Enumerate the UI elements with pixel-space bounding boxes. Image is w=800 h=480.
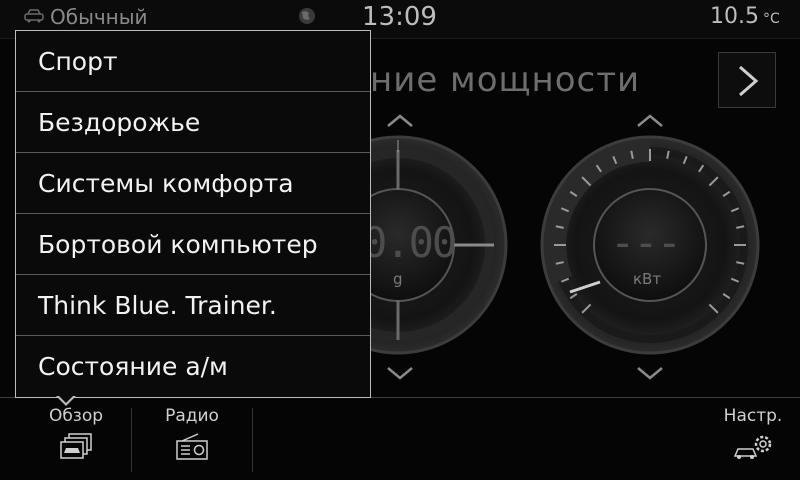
car-gear-icon [733, 435, 772, 459]
g-force-value: 0.00 [362, 218, 457, 267]
nav-separator [252, 408, 253, 472]
g-force-unit: g [393, 270, 403, 288]
overview-popup-menu: Спорт Бездорожье Системы комфорта Бортов… [15, 30, 371, 398]
right-gauge-down-chevron[interactable] [637, 367, 663, 380]
power-unit: кВт [633, 270, 662, 288]
nav-radio[interactable]: Радио [132, 398, 252, 480]
menu-item-think-blue-trainer[interactable]: Think Blue. Trainer. [16, 275, 370, 336]
nav-settings[interactable]: Настр. [710, 398, 796, 480]
nav-overview[interactable]: Обзор [22, 398, 130, 480]
right-gauge-up-chevron[interactable] [637, 114, 663, 127]
radio-icon [176, 433, 208, 460]
menu-item-trip-computer[interactable]: Бортовой компьютер [16, 214, 370, 275]
car-stack-icon [60, 433, 92, 459]
menu-item-sport[interactable]: Спорт [16, 31, 370, 92]
nav-radio-label: Радио [165, 406, 219, 426]
menu-item-comfort-systems[interactable]: Системы комфорта [16, 153, 370, 214]
menu-item-offroad[interactable]: Бездорожье [16, 92, 370, 153]
left-gauge-up-chevron[interactable] [387, 114, 413, 127]
menu-item-vehicle-status[interactable]: Состояние а/м [16, 336, 370, 397]
nav-overview-label: Обзор [48, 406, 104, 426]
left-gauge-down-chevron[interactable] [387, 367, 413, 380]
menu-pointer-fill [58, 395, 74, 403]
power-value: --- [610, 218, 682, 267]
nav-settings-label: Настр. [723, 406, 783, 426]
